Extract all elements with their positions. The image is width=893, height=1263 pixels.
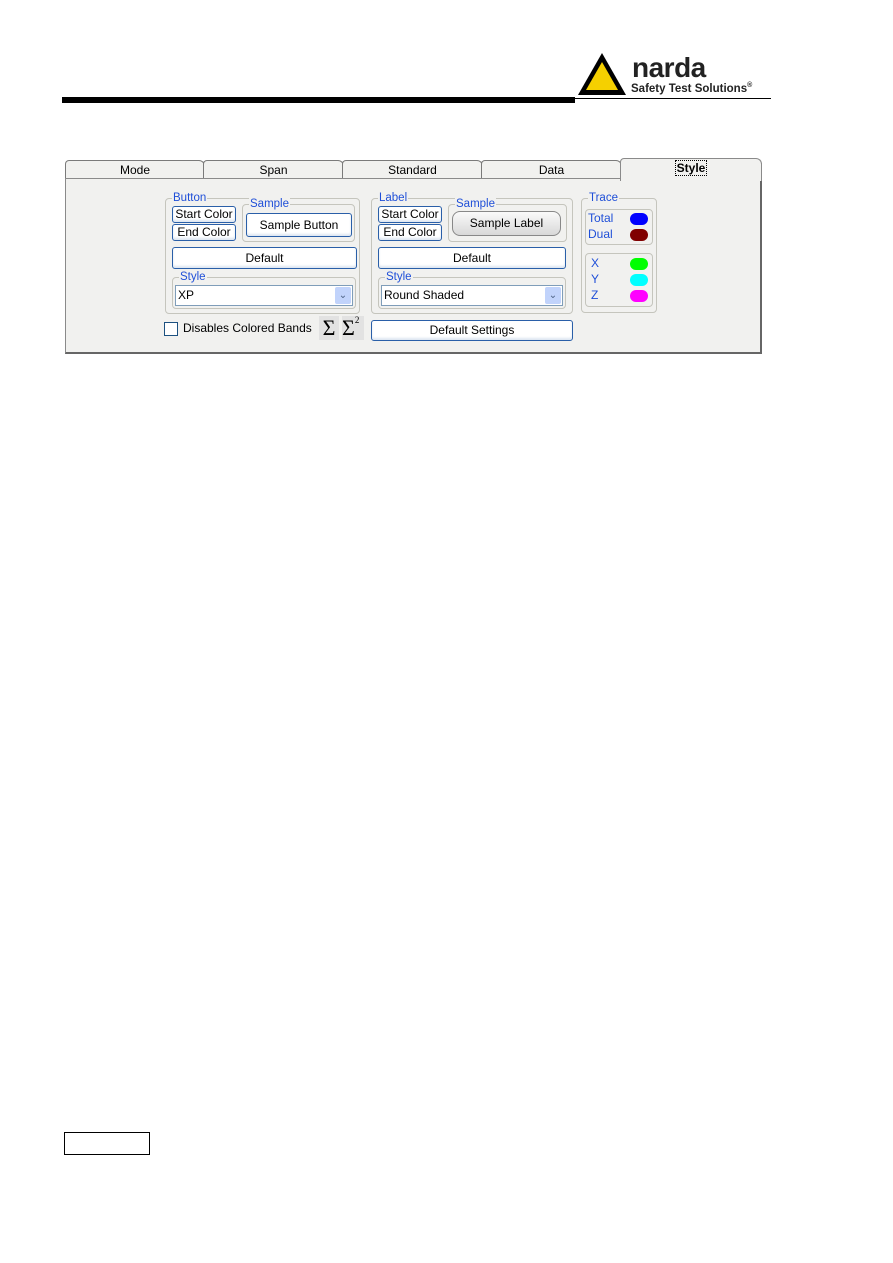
label-group: Label Start Color End Color Sample Sampl… bbox=[371, 191, 573, 314]
label-end-color[interactable]: End Color bbox=[378, 224, 442, 241]
logo-tagline: Safety Test Solutions® bbox=[631, 82, 753, 95]
style-panel: Button Start Color End Color Sample Samp… bbox=[65, 178, 762, 354]
tab-style[interactable]: Style bbox=[620, 158, 762, 181]
trace-y-label: Y bbox=[591, 272, 600, 286]
style-title: Style bbox=[179, 270, 207, 284]
sample-title: Sample bbox=[455, 197, 496, 211]
tab-data[interactable]: Data bbox=[481, 160, 622, 179]
trace-dual-label: Dual bbox=[588, 227, 613, 241]
sample-label: Sample Label bbox=[452, 211, 561, 236]
trace-z-color[interactable] bbox=[630, 290, 648, 302]
default-settings-button[interactable]: Default Settings bbox=[371, 320, 573, 341]
style-title: Style bbox=[385, 270, 413, 284]
button-end-color[interactable]: End Color bbox=[172, 224, 236, 241]
chevron-down-icon[interactable]: ⌄ bbox=[545, 287, 561, 304]
header-rule bbox=[62, 97, 575, 103]
warning-triangle-logo-inner bbox=[586, 62, 618, 90]
disable-bands-label: Disables Colored Bands bbox=[183, 321, 312, 335]
button-default[interactable]: Default bbox=[172, 247, 357, 269]
chevron-down-icon[interactable]: ⌄ bbox=[335, 287, 351, 304]
button-group: Button Start Color End Color Sample Samp… bbox=[165, 191, 360, 314]
label-start-color[interactable]: Start Color bbox=[378, 206, 442, 223]
button-group-title: Button bbox=[172, 191, 208, 205]
trace-total-dual: Total Dual bbox=[585, 209, 653, 245]
trace-title: Trace bbox=[588, 191, 619, 205]
label-default[interactable]: Default bbox=[378, 247, 566, 269]
footer-box bbox=[64, 1132, 150, 1155]
tab-mode[interactable]: Mode bbox=[65, 160, 205, 179]
trace-total-color[interactable] bbox=[630, 213, 648, 225]
trace-x-color[interactable] bbox=[630, 258, 648, 270]
sigma-squared-button[interactable]: Σ2 bbox=[342, 315, 364, 340]
sample-title: Sample bbox=[249, 197, 290, 211]
label-sample-group: Sample Sample Label bbox=[448, 197, 567, 242]
button-style-select[interactable]: XP ⌄ bbox=[175, 285, 353, 306]
tab-standard[interactable]: Standard bbox=[342, 160, 483, 179]
tab-span[interactable]: Span bbox=[203, 160, 344, 179]
logo-brand: narda bbox=[632, 52, 706, 83]
label-style-group: Style Round Shaded ⌄ bbox=[378, 270, 566, 309]
button-sample-group: Sample Sample Button bbox=[242, 197, 355, 242]
button-style-group: Style XP ⌄ bbox=[172, 270, 356, 309]
header-rule-thin bbox=[575, 98, 771, 99]
label-group-title: Label bbox=[378, 191, 409, 205]
trace-group: Trace Total Dual X Y Z bbox=[581, 191, 657, 313]
sample-button[interactable]: Sample Button bbox=[246, 213, 352, 237]
trace-x-label: X bbox=[591, 256, 600, 270]
trace-dual-color[interactable] bbox=[630, 229, 648, 241]
trace-total-label: Total bbox=[588, 211, 614, 225]
label-style-select[interactable]: Round Shaded ⌄ bbox=[381, 285, 563, 306]
sigma-button[interactable]: Σ bbox=[319, 316, 339, 340]
trace-z-label: Z bbox=[591, 288, 599, 302]
trace-y-color[interactable] bbox=[630, 274, 648, 286]
button-start-color[interactable]: Start Color bbox=[172, 206, 236, 223]
disable-bands-checkbox[interactable] bbox=[164, 322, 178, 336]
trace-xyz: X Y Z bbox=[585, 253, 653, 307]
